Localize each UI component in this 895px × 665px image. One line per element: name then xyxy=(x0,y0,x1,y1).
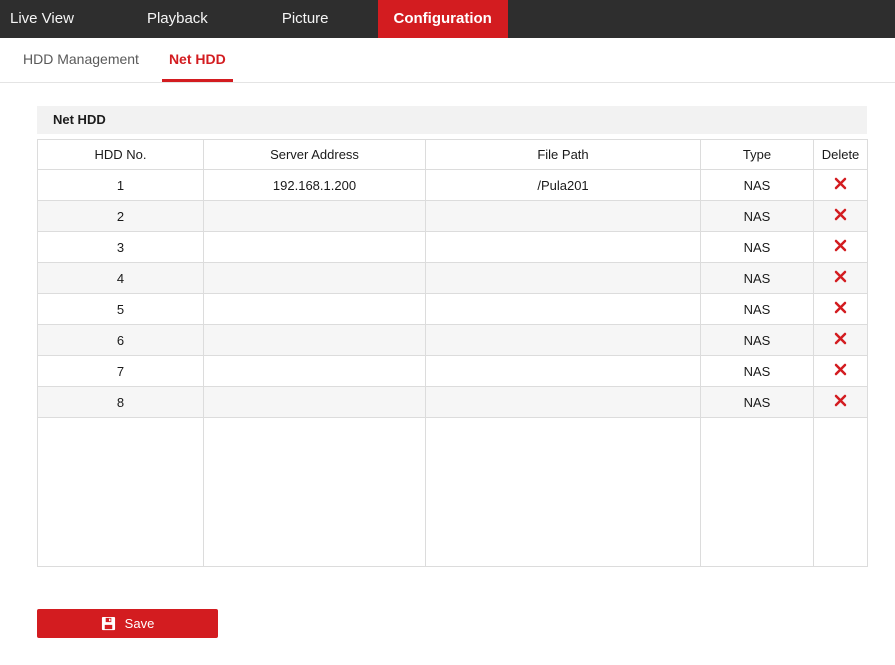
nav-live-view[interactable]: Live View xyxy=(10,0,74,38)
save-button[interactable]: Save xyxy=(37,609,218,638)
table-row: 4 NAS xyxy=(37,262,868,294)
cell-type: NAS xyxy=(700,262,814,294)
x-mark-icon[interactable] xyxy=(834,332,847,345)
cell-server-address xyxy=(203,231,426,263)
cell-hdd-no: 7 xyxy=(37,355,204,387)
cell-server-address xyxy=(203,386,426,418)
cell-type: NAS xyxy=(700,355,814,387)
nav-playback[interactable]: Playback xyxy=(147,0,208,38)
cell-server-address xyxy=(203,355,426,387)
x-mark-icon[interactable] xyxy=(834,239,847,252)
table-row: 6 NAS xyxy=(37,324,868,356)
cell-file-path xyxy=(425,355,701,387)
cell-server-address xyxy=(203,200,426,232)
filler-cell xyxy=(700,417,814,567)
cell-type: NAS xyxy=(700,324,814,356)
sub-nav: HDD Management Net HDD xyxy=(0,38,895,83)
x-mark-icon[interactable] xyxy=(834,208,847,221)
cell-delete xyxy=(813,355,868,387)
cell-delete xyxy=(813,200,868,232)
cell-file-path xyxy=(425,293,701,325)
table-row: 8 NAS xyxy=(37,386,868,418)
table-row: 3 NAS xyxy=(37,231,868,263)
col-header-type: Type xyxy=(700,139,814,170)
table-filler xyxy=(37,417,868,567)
filler-cell xyxy=(37,417,204,567)
cell-delete xyxy=(813,231,868,263)
cell-delete xyxy=(813,169,868,201)
cell-type: NAS xyxy=(700,386,814,418)
top-nav: Live View Playback Picture Configuration xyxy=(0,0,895,38)
cell-file-path xyxy=(425,262,701,294)
cell-file-path: /Pula201 xyxy=(425,169,701,201)
net-hdd-table-body: 1 192.168.1.200 /Pula201 NAS 2 NAS 3 NAS… xyxy=(37,169,868,418)
table-row: 5 NAS xyxy=(37,293,868,325)
x-mark-icon[interactable] xyxy=(834,270,847,283)
col-header-server-address: Server Address xyxy=(203,139,426,170)
cell-hdd-no: 6 xyxy=(37,324,204,356)
cell-server-address xyxy=(203,293,426,325)
cell-delete xyxy=(813,324,868,356)
cell-file-path xyxy=(425,200,701,232)
filler-cell xyxy=(203,417,426,567)
cell-hdd-no: 2 xyxy=(37,200,204,232)
cell-file-path xyxy=(425,231,701,263)
cell-server-address xyxy=(203,262,426,294)
tab-net-hdd[interactable]: Net HDD xyxy=(161,39,233,82)
x-mark-icon[interactable] xyxy=(834,394,847,407)
cell-hdd-no: 5 xyxy=(37,293,204,325)
table-row: 7 NAS xyxy=(37,355,868,387)
col-header-file-path: File Path xyxy=(425,139,701,170)
filler-cell xyxy=(813,417,868,567)
col-header-delete: Delete xyxy=(813,139,868,170)
cell-delete xyxy=(813,262,868,294)
cell-delete xyxy=(813,293,868,325)
cell-hdd-no: 8 xyxy=(37,386,204,418)
floppy-disk-icon xyxy=(101,616,116,631)
cell-type: NAS xyxy=(700,169,814,201)
cell-type: NAS xyxy=(700,293,814,325)
cell-delete xyxy=(813,386,868,418)
cell-hdd-no: 3 xyxy=(37,231,204,263)
save-button-label: Save xyxy=(124,616,155,631)
filler-row xyxy=(37,417,868,567)
x-mark-icon[interactable] xyxy=(834,177,847,190)
cell-file-path xyxy=(425,386,701,418)
table-row: 2 NAS xyxy=(37,200,868,232)
page: Live View Playback Picture Configuration… xyxy=(0,0,895,665)
x-mark-icon[interactable] xyxy=(834,363,847,376)
cell-server-address xyxy=(203,324,426,356)
table-header: HDD No. Server Address File Path Type De… xyxy=(37,139,868,170)
cell-type: NAS xyxy=(700,200,814,232)
content: Net HDD HDD No. Server Address File Path… xyxy=(0,83,895,638)
nav-picture[interactable]: Picture xyxy=(282,0,329,38)
cell-server-address: 192.168.1.200 xyxy=(203,169,426,201)
net-hdd-panel: Net HDD HDD No. Server Address File Path… xyxy=(37,106,868,567)
cell-hdd-no: 1 xyxy=(37,169,204,201)
filler-cell xyxy=(425,417,701,567)
col-header-hdd-no: HDD No. xyxy=(37,139,204,170)
table-row: 1 192.168.1.200 /Pula201 NAS xyxy=(37,169,868,201)
nav-configuration[interactable]: Configuration xyxy=(377,0,508,38)
cell-file-path xyxy=(425,324,701,356)
cell-type: NAS xyxy=(700,231,814,263)
net-hdd-table: HDD No. Server Address File Path Type De… xyxy=(37,139,868,567)
panel-title: Net HDD xyxy=(37,106,867,134)
x-mark-icon[interactable] xyxy=(834,301,847,314)
tab-hdd-management[interactable]: HDD Management xyxy=(16,39,146,82)
cell-hdd-no: 4 xyxy=(37,262,204,294)
